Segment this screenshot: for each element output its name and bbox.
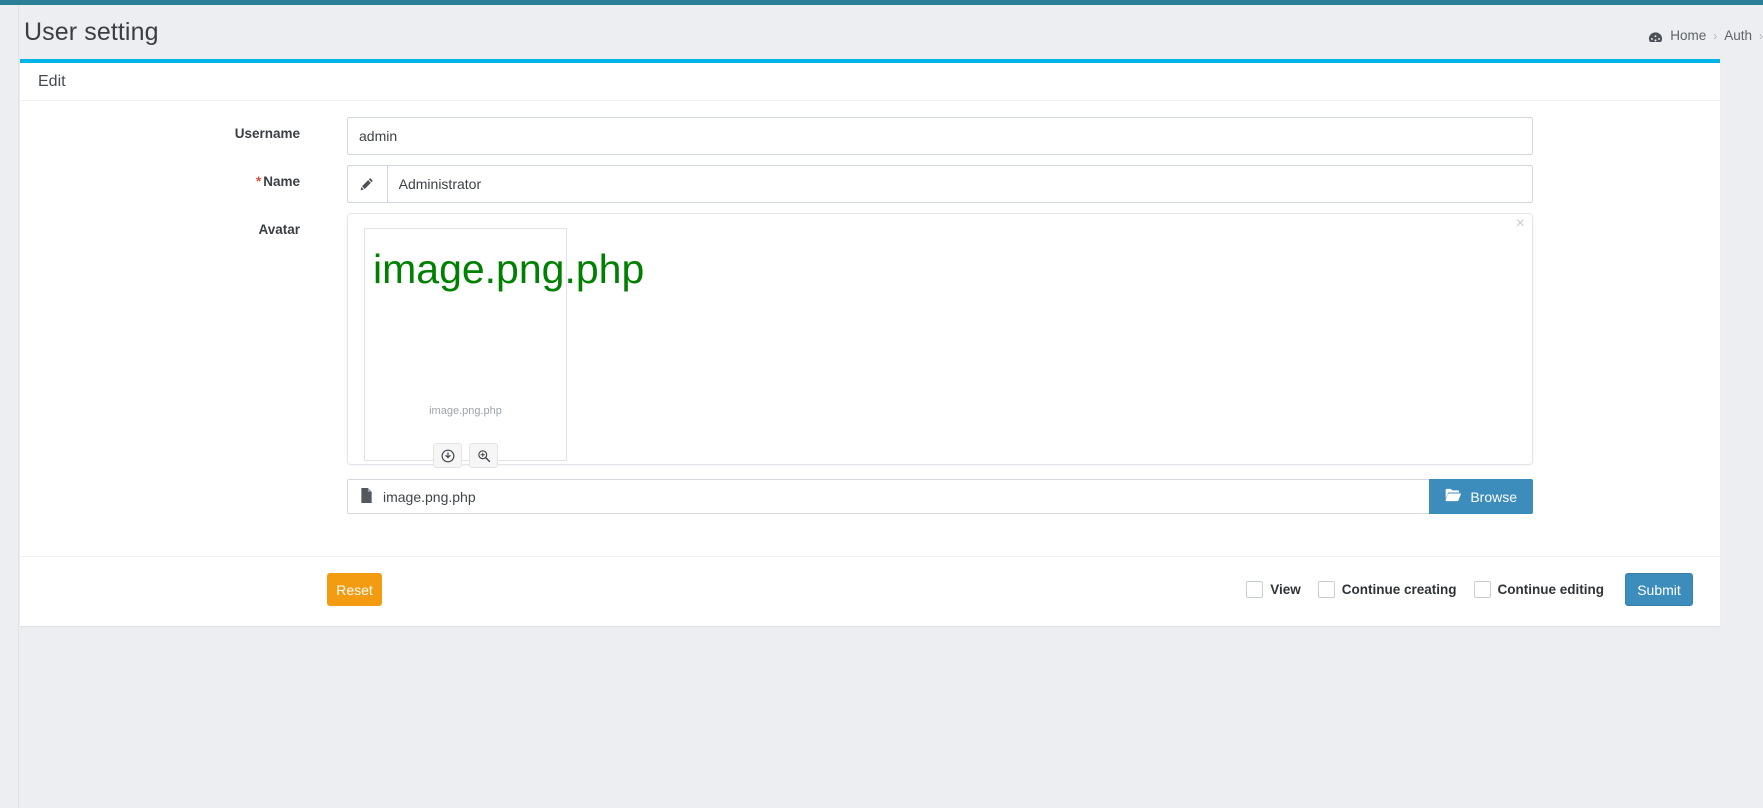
close-icon[interactable]: × xyxy=(1516,216,1525,232)
breadcrumb: Home › Auth › xyxy=(1648,28,1763,43)
file-name-text: image.png.php xyxy=(383,488,476,505)
left-rail-border xyxy=(0,5,19,808)
breadcrumb-separator-trailing: › xyxy=(1759,28,1763,43)
name-input-wrap xyxy=(347,165,1533,203)
continue-creating-checkbox-label: Continue creating xyxy=(1341,582,1457,597)
page-header: User setting Home › Auth › xyxy=(20,5,1763,59)
checkbox-item-view[interactable]: View xyxy=(1246,581,1301,598)
checkbox-item-continue-editing[interactable]: Continue editing xyxy=(1473,581,1604,598)
username-input-wrap xyxy=(347,117,1533,155)
avatar-input-wrap: × image.png.php image.png.php image.png.… xyxy=(347,213,1533,514)
file-icon xyxy=(360,487,373,506)
view-checkbox[interactable] xyxy=(1246,581,1264,598)
view-checkbox-label: View xyxy=(1270,582,1301,597)
avatar-preview-panel: × image.png.php image.png.php xyxy=(347,213,1533,468)
continue-creating-checkbox[interactable] xyxy=(1317,581,1335,598)
username-input[interactable] xyxy=(347,117,1533,155)
name-label-text: Name xyxy=(263,174,300,189)
username-label: Username xyxy=(234,126,300,141)
avatar-file-group: image.png.php Browse xyxy=(347,479,1533,514)
zoom-in-icon[interactable] xyxy=(469,443,498,468)
breadcrumb-separator: › xyxy=(1713,28,1718,43)
card-footer: Reset View Continue creating Continue ed… xyxy=(20,556,1720,626)
folder-open-icon xyxy=(1445,488,1462,505)
checkbox-item-continue-creating[interactable]: Continue creating xyxy=(1317,581,1457,598)
file-name-display[interactable]: image.png.php xyxy=(347,479,1430,514)
continue-editing-checkbox[interactable] xyxy=(1473,581,1491,598)
breadcrumb-item-home[interactable]: Home xyxy=(1670,28,1706,43)
avatar-label: Avatar xyxy=(258,222,300,237)
browse-button[interactable]: Browse xyxy=(1429,479,1533,514)
pencil-icon xyxy=(347,165,387,203)
required-marker: * xyxy=(255,174,262,189)
download-circle-icon[interactable] xyxy=(433,443,462,468)
card-header: Edit xyxy=(20,63,1720,101)
avatar-caption: image.png.php xyxy=(429,405,502,417)
footer-actions: View Continue creating Continue editing … xyxy=(1246,573,1693,606)
edit-card: Edit Username *Name xyxy=(20,59,1720,626)
avatar-thumbnail: image.png.php image.png.php xyxy=(364,228,644,468)
name-input[interactable] xyxy=(386,165,1533,203)
reset-button[interactable]: Reset xyxy=(327,573,382,606)
avatar-preview-text: image.png.php xyxy=(373,246,645,292)
name-label: * Name xyxy=(20,174,300,189)
breadcrumb-item-auth[interactable]: Auth xyxy=(1724,28,1752,43)
card-body: Username *Name xyxy=(20,101,1720,556)
submit-button[interactable]: Submit xyxy=(1625,573,1693,606)
avatar-actions xyxy=(365,443,566,468)
browse-button-label: Browse xyxy=(1470,488,1517,505)
page-title: User setting xyxy=(24,18,159,46)
continue-editing-checkbox-label: Continue editing xyxy=(1497,582,1604,597)
dashboard-icon xyxy=(1648,31,1663,45)
card-title: Edit xyxy=(38,73,66,90)
